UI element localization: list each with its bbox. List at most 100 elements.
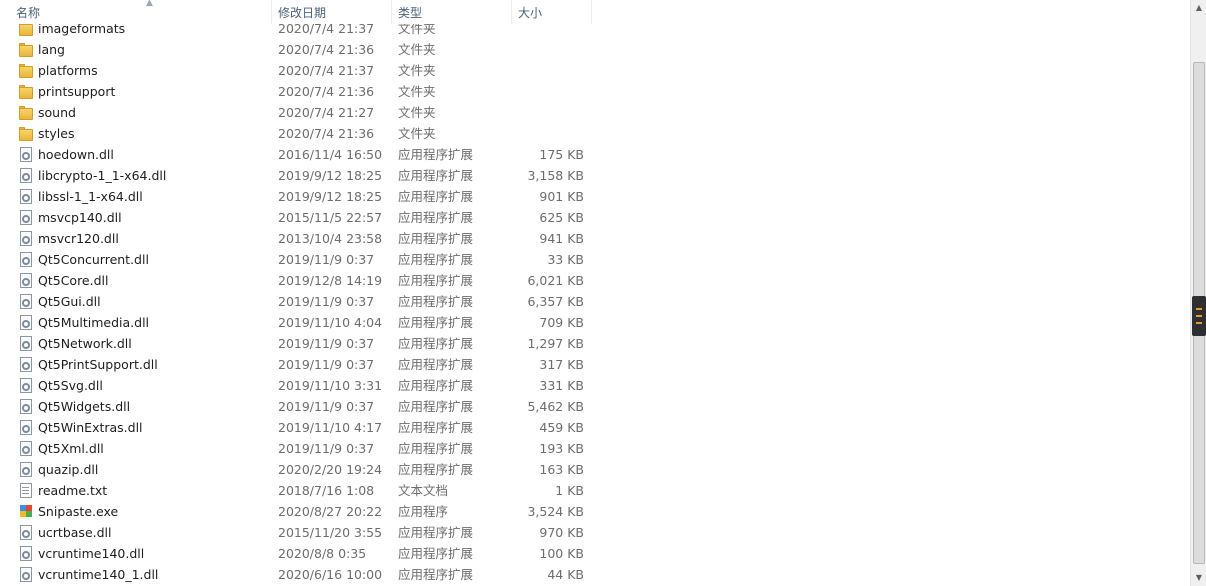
- file-row[interactable]: Qt5Network.dll 2019/11/9 0:37 应用程序扩展 1,297 …: [0, 333, 1190, 354]
- file-row[interactable]: Qt5Core.dll 2019/12/8 14:19 应用程序扩展 6,021 KB: [0, 270, 1190, 291]
- file-row[interactable]: platforms 2020/7/4 21:37 文件夹: [0, 60, 1190, 81]
- file-row[interactable]: Qt5Xml.dll 2019/11/9 0:37 应用程序扩展 193 KB: [0, 438, 1190, 459]
- dll-file-icon: [19, 567, 33, 582]
- file-row[interactable]: vcruntime140.dll 2020/8/8 0:35 应用程序扩展 100 K…: [0, 543, 1190, 564]
- scroll-up-icon[interactable]: ▲: [1191, 0, 1206, 16]
- file-modified-date: 2019/11/9 0:37: [278, 336, 375, 351]
- file-modified-date: 2019/11/10 3:31: [278, 378, 383, 393]
- dll-file-icon: [19, 336, 33, 351]
- file-type: 应用程序扩展: [398, 420, 474, 435]
- file-size: 459 KB: [539, 420, 584, 435]
- file-modified-date: 2020/6/16 10:00: [278, 567, 383, 582]
- scroll-down-icon[interactable]: ▼: [1191, 570, 1206, 586]
- file-type: 应用程序扩展: [398, 462, 474, 477]
- column-header-name[interactable]: 名称 ▲: [10, 0, 272, 24]
- dll-file-icon: [19, 546, 33, 561]
- file-size: 625 KB: [539, 210, 584, 225]
- file-row[interactable]: msvcp140.dll 2015/11/5 22:57 应用程序扩展 625 KB: [0, 207, 1190, 228]
- file-row[interactable]: ucrtbase.dll 2015/11/20 3:55 应用程序扩展 970 KB: [0, 522, 1190, 543]
- file-type: 应用程序扩展: [398, 315, 474, 330]
- file-row[interactable]: styles 2020/7/4 21:36 文件夹: [0, 123, 1190, 144]
- file-row[interactable]: libcrypto-1_1-x64.dll 2019/9/12 18:25 应用程序…: [0, 165, 1190, 186]
- file-type: 文件夹: [398, 42, 436, 57]
- dll-file-icon: [19, 189, 33, 204]
- file-modified-date: 2019/11/9 0:37: [278, 441, 375, 456]
- scrollbar-grip-handle[interactable]: [1192, 296, 1206, 336]
- file-type: 文件夹: [398, 126, 436, 141]
- file-size: 175 KB: [539, 147, 584, 162]
- file-type: 文件夹: [398, 84, 436, 99]
- column-header-size-label: 大小: [518, 6, 543, 20]
- file-name: Qt5Xml.dll: [38, 441, 104, 456]
- file-size: 901 KB: [539, 189, 584, 204]
- file-size: [512, 123, 584, 144]
- file-size: 6,357 KB: [527, 294, 584, 309]
- file-type: 应用程序扩展: [398, 147, 474, 162]
- file-row[interactable]: vcruntime140_1.dll 2020/6/16 10:00 应用程序扩展 4…: [0, 564, 1190, 585]
- file-name: msvcp140.dll: [38, 210, 122, 225]
- file-size: [512, 60, 584, 81]
- file-row[interactable]: msvcr120.dll 2013/10/4 23:58 应用程序扩展 941 KB: [0, 228, 1190, 249]
- file-size: 970 KB: [539, 525, 584, 540]
- file-name: libcrypto-1_1-x64.dll: [38, 168, 167, 183]
- dll-file-icon: [19, 399, 33, 414]
- vertical-scrollbar[interactable]: ▲ ▼: [1190, 0, 1206, 586]
- file-row[interactable]: readme.txt 2018/7/16 1:08 文本文档 1 KB: [0, 480, 1190, 501]
- file-name: printsupport: [38, 84, 116, 99]
- dll-file-icon: [19, 294, 33, 309]
- grip-line: [1196, 308, 1202, 310]
- column-header-date[interactable]: 修改日期: [272, 0, 392, 24]
- file-row[interactable]: libssl-1_1-x64.dll 2019/9/12 18:25 应用程序扩展 9…: [0, 186, 1190, 207]
- file-modified-date: 2016/11/4 16:50: [278, 147, 383, 162]
- file-row[interactable]: Qt5Widgets.dll 2019/11/9 0:37 应用程序扩展 5,462 …: [0, 396, 1190, 417]
- file-name: msvcr120.dll: [38, 231, 119, 246]
- folder-icon: [19, 106, 33, 121]
- file-size: 163 KB: [539, 462, 584, 477]
- file-name: vcruntime140_1.dll: [38, 567, 159, 582]
- file-name: Qt5Gui.dll: [38, 294, 101, 309]
- file-row[interactable]: printsupport 2020/7/4 21:36 文件夹: [0, 81, 1190, 102]
- file-type: 应用程序扩展: [398, 441, 474, 456]
- dll-file-icon: [19, 273, 33, 288]
- file-modified-date: 2019/9/12 18:25: [278, 189, 383, 204]
- file-name: Qt5Core.dll: [38, 273, 109, 288]
- file-type: 文件夹: [398, 105, 436, 120]
- column-header-type-label: 类型: [398, 6, 423, 20]
- file-type: 应用程序扩展: [398, 567, 474, 582]
- file-type: 应用程序扩展: [398, 210, 474, 225]
- grip-line: [1196, 315, 1202, 317]
- file-row[interactable]: Snipaste.exe 2020/8/27 20:22 应用程序 3,524 KB: [0, 501, 1190, 522]
- file-row[interactable]: Qt5Concurrent.dll 2019/11/9 0:37 应用程序扩展 33 …: [0, 249, 1190, 270]
- file-row[interactable]: Qt5PrintSupport.dll 2019/11/9 0:37 应用程序扩展 3…: [0, 354, 1190, 375]
- dll-file-icon: [19, 357, 33, 372]
- dll-file-icon: [19, 147, 33, 162]
- file-type: 应用程序扩展: [398, 336, 474, 351]
- grip-line: [1196, 322, 1202, 324]
- file-row[interactable]: Qt5WinExtras.dll 2019/11/10 4:17 应用程序扩展 459…: [0, 417, 1190, 438]
- file-row[interactable]: quazip.dll 2020/2/20 19:24 应用程序扩展 163 KB: [0, 459, 1190, 480]
- file-type: 应用程序扩展: [398, 357, 474, 372]
- file-modified-date: 2019/9/12 18:25: [278, 168, 383, 183]
- file-row[interactable]: hoedown.dll 2016/11/4 16:50 应用程序扩展 175 KB: [0, 144, 1190, 165]
- file-type: 应用程序扩展: [398, 525, 474, 540]
- file-modified-date: 2019/11/9 0:37: [278, 357, 375, 372]
- file-size: 709 KB: [539, 315, 584, 330]
- file-row[interactable]: Qt5Svg.dll 2019/11/10 3:31 应用程序扩展 331 KB: [0, 375, 1190, 396]
- file-row[interactable]: Qt5Gui.dll 2019/11/9 0:37 应用程序扩展 6,357 KB: [0, 291, 1190, 312]
- file-modified-date: 2019/11/9 0:37: [278, 399, 375, 414]
- column-header-type[interactable]: 类型: [392, 0, 512, 24]
- file-name: libssl-1_1-x64.dll: [38, 189, 143, 204]
- file-modified-date: 2019/12/8 14:19: [278, 273, 383, 288]
- file-modified-date: 2020/2/20 19:24: [278, 462, 383, 477]
- file-list: imageformats 2020/7/4 21:37 文件夹 lang 2020/7/…: [0, 18, 1190, 586]
- dll-file-icon: [19, 210, 33, 225]
- file-modified-date: 2019/11/9 0:37: [278, 294, 375, 309]
- file-row[interactable]: Qt5Multimedia.dll 2019/11/10 4:04 应用程序扩展 70…: [0, 312, 1190, 333]
- file-name: Qt5PrintSupport.dll: [38, 357, 158, 372]
- column-header-size[interactable]: 大小: [512, 0, 592, 24]
- file-row[interactable]: lang 2020/7/4 21:36 文件夹: [0, 39, 1190, 60]
- file-name: styles: [38, 126, 75, 141]
- file-type: 应用程序扩展: [398, 546, 474, 561]
- file-row[interactable]: sound 2020/7/4 21:27 文件夹: [0, 102, 1190, 123]
- folder-icon: [19, 43, 33, 58]
